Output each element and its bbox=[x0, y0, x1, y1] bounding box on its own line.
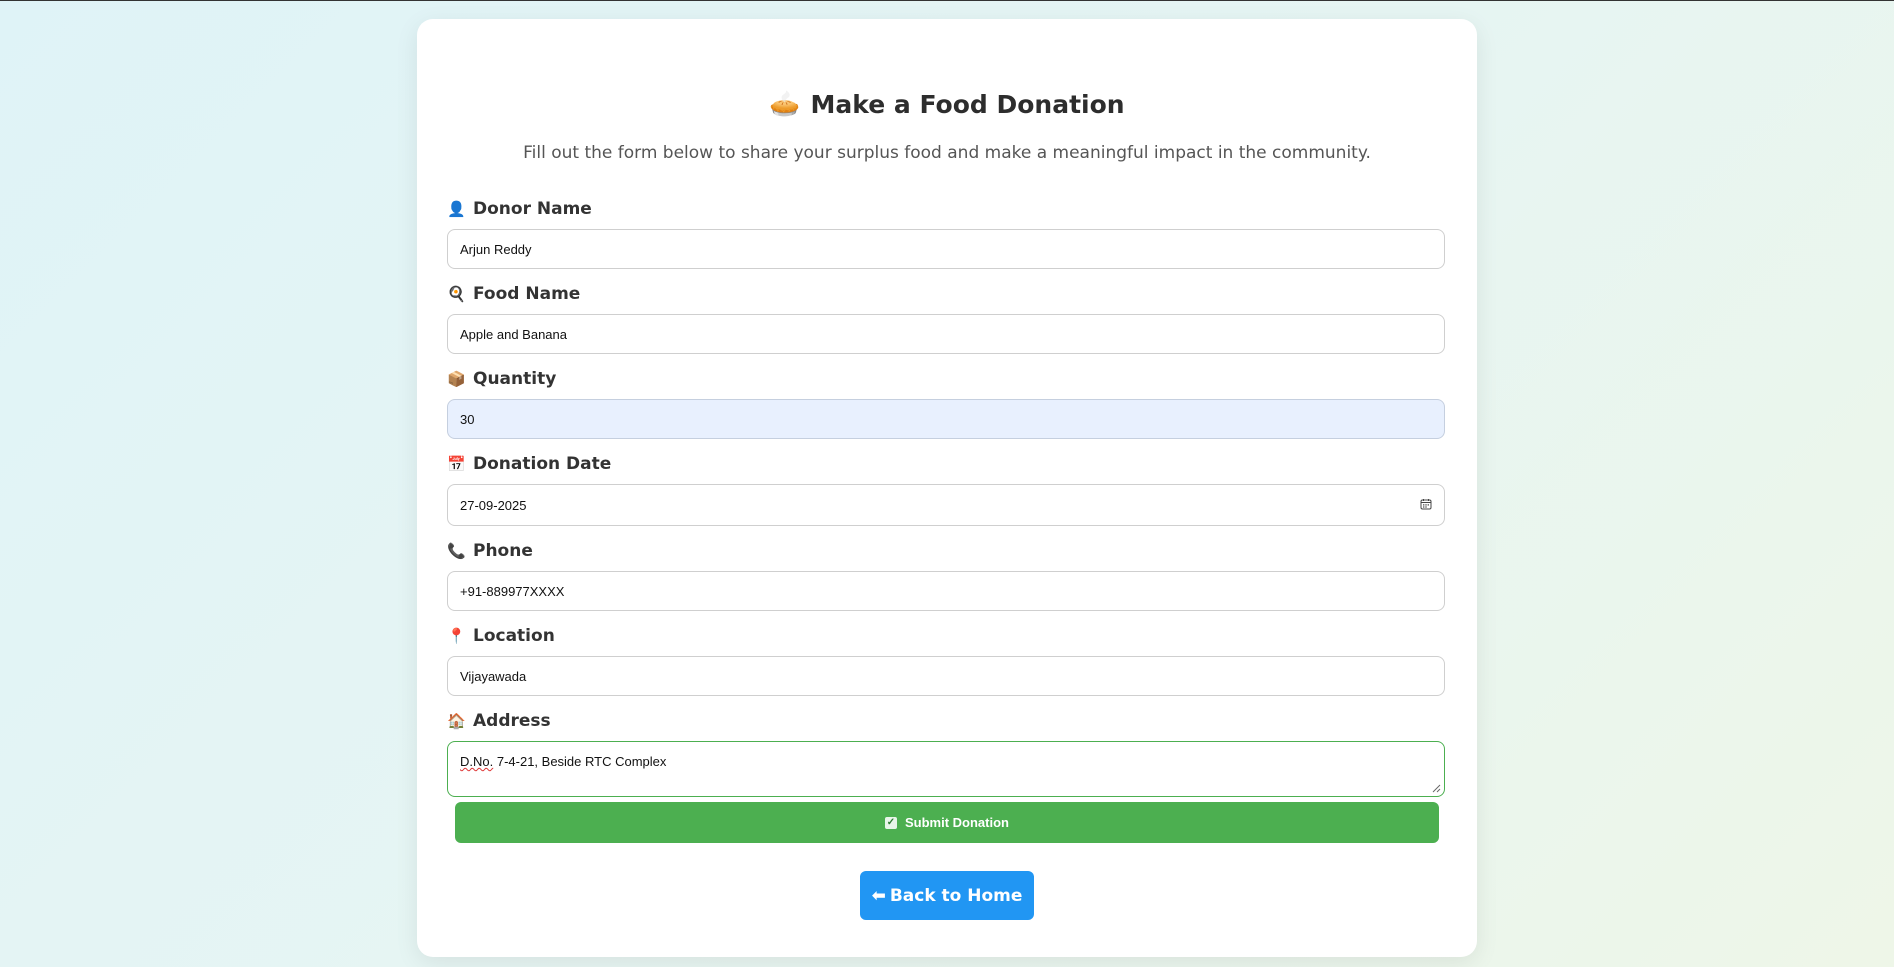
quantity-value: 30 bbox=[460, 411, 475, 427]
submit-donation-label: Submit Donation bbox=[905, 815, 1009, 830]
phone-icon: 📞 bbox=[447, 542, 466, 560]
frying-pan-icon: 🍳 bbox=[447, 285, 466, 303]
donation-date-input[interactable]: 27-09-2025 bbox=[447, 484, 1445, 526]
address-label-text: Address bbox=[473, 711, 551, 731]
page-subtitle: Fill out the form below to share your su… bbox=[523, 143, 1371, 163]
quantity-input[interactable]: 30 bbox=[447, 399, 1445, 439]
donation-card: 🥧 Make a Food Donation Fill out the form… bbox=[417, 19, 1477, 957]
quantity-label-text: Quantity bbox=[473, 369, 557, 389]
location-label: 📍 Location bbox=[447, 626, 555, 646]
date-picker-icon[interactable] bbox=[1420, 498, 1432, 510]
page-title: 🥧 Make a Food Donation bbox=[417, 89, 1477, 119]
page-title-text: Make a Food Donation bbox=[810, 89, 1125, 119]
address-misspelled-word: D.No. bbox=[460, 754, 494, 769]
address-textarea[interactable]: D.No. 7-4-21, Beside RTC Complex bbox=[447, 741, 1445, 797]
food-name-input[interactable]: Apple and Banana bbox=[447, 314, 1445, 354]
quantity-label: 📦 Quantity bbox=[447, 369, 556, 389]
phone-label: 📞 Phone bbox=[447, 541, 533, 561]
back-to-home-label: Back to Home bbox=[889, 885, 1023, 906]
donor-name-label-text: Donor Name bbox=[473, 199, 592, 219]
house-icon: 🏠 bbox=[447, 712, 466, 730]
food-name-label: 🍳 Food Name bbox=[447, 284, 580, 304]
check-icon: ✓ bbox=[885, 816, 897, 829]
donor-name-input[interactable]: Arjun Reddy bbox=[447, 229, 1445, 269]
submit-donation-button[interactable]: ✓ Submit Donation bbox=[455, 802, 1439, 843]
donation-date-value: 27-09-2025 bbox=[460, 497, 527, 513]
calendar-icon: 📅 bbox=[447, 455, 466, 473]
address-value-rest: 7-4-21, Beside RTC Complex bbox=[493, 754, 667, 769]
phone-label-text: Phone bbox=[473, 541, 533, 561]
donation-date-label-text: Donation Date bbox=[473, 454, 612, 474]
package-icon: 📦 bbox=[447, 370, 466, 388]
address-label: 🏠 Address bbox=[447, 711, 551, 731]
resize-handle-icon[interactable] bbox=[1431, 783, 1441, 793]
donor-name-value: Arjun Reddy bbox=[460, 241, 532, 257]
pie-icon: 🥧 bbox=[769, 89, 801, 118]
food-name-value: Apple and Banana bbox=[460, 326, 567, 342]
food-name-label-text: Food Name bbox=[473, 284, 581, 304]
arrow-left-icon: ⬅ bbox=[871, 885, 886, 906]
location-input[interactable]: Vijayawada bbox=[447, 656, 1445, 696]
donation-date-label: 📅 Donation Date bbox=[447, 454, 611, 474]
location-label-text: Location bbox=[473, 626, 555, 646]
pin-icon: 📍 bbox=[447, 627, 466, 645]
donor-name-label: 👤 Donor Name bbox=[447, 199, 592, 219]
address-value: D.No. 7-4-21, Beside RTC Complex bbox=[460, 754, 666, 769]
phone-value: +91-889977XXXX bbox=[460, 583, 565, 599]
phone-input[interactable]: +91-889977XXXX bbox=[447, 571, 1445, 611]
person-icon: 👤 bbox=[447, 200, 466, 218]
back-to-home-button[interactable]: ⬅ Back to Home bbox=[860, 871, 1034, 920]
location-value: Vijayawada bbox=[460, 668, 527, 684]
